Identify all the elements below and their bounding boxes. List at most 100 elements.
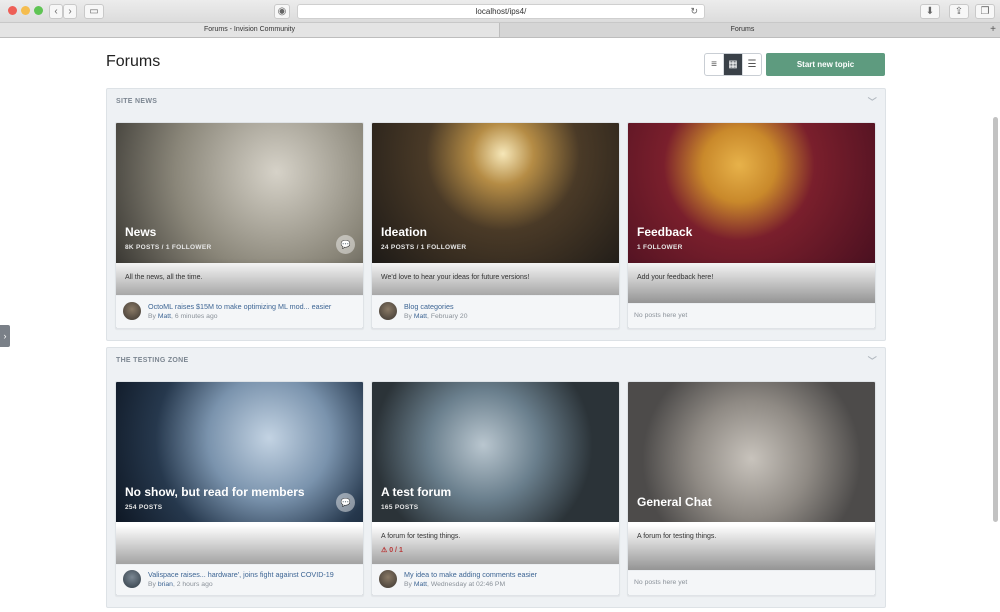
last-post-time: , 2 hours ago [172, 581, 213, 588]
category-testing-zone: THE TESTING ZONE ﹀ No show, but read for… [106, 347, 886, 608]
last-post-meta: By Matt, February 20 [404, 313, 467, 320]
last-post-meta: By Matt, 6 minutes ago [148, 313, 218, 320]
reload-icon[interactable]: ↻ [690, 5, 698, 18]
shield-icon: ◉ [277, 6, 287, 17]
avatar[interactable] [123, 570, 141, 588]
last-post: Blog categories By Matt, February 20 [372, 295, 619, 328]
start-new-topic-button[interactable]: Start new topic [766, 53, 885, 76]
last-post: No posts here yet [628, 570, 875, 595]
chevron-left-icon: ‹ [54, 6, 58, 17]
last-post-time: , Wednesday at 02:46 PM [427, 581, 506, 588]
chat-bubble-icon: 💬 [336, 493, 355, 512]
avatar[interactable] [123, 302, 141, 320]
chevron-right-icon: › [3, 331, 7, 341]
category-site-news: SITE NEWS ﹀ News 8K POSTS / 1 FOLLOWER 💬… [106, 88, 886, 341]
forum-name[interactable]: Ideation [381, 225, 427, 239]
forum-stats: 1 FOLLOWER [637, 244, 683, 251]
forum-image-newspaper [116, 123, 363, 263]
forward-button[interactable]: › [63, 4, 77, 19]
forum-description: Add your feedback here! [637, 274, 714, 281]
last-post-time: , 6 minutes ago [171, 313, 218, 320]
last-post-title[interactable]: Valispace raises... hardware', joins fig… [148, 570, 334, 579]
last-post: My idea to make adding comments easier B… [372, 564, 619, 595]
category-title: THE TESTING ZONE [116, 357, 189, 364]
avatar[interactable] [379, 570, 397, 588]
forum-stats: 165 POSTS [381, 504, 419, 511]
share-button[interactable]: ⇪ [949, 4, 969, 19]
last-post-author[interactable]: Matt [414, 581, 427, 588]
last-post-title[interactable]: Blog categories [404, 302, 454, 311]
tab-bar: Forums - Invision Community Forums + [0, 23, 1000, 38]
grid-view-icon: ▦ [728, 59, 738, 70]
minimize-window-button[interactable] [21, 6, 30, 15]
forum-card-test-forum[interactable]: A test forum 165 POSTS A forum for testi… [371, 381, 620, 596]
no-posts-text: No posts here yet [634, 579, 688, 586]
forum-description: A forum for testing things. [637, 533, 717, 540]
forum-description: All the news, all the time. [125, 274, 203, 281]
last-post: No posts here yet [628, 303, 875, 328]
page-scrollbar[interactable] [993, 117, 998, 522]
sidebar-icon: ▭ [89, 6, 99, 17]
forum-card-news[interactable]: News 8K POSTS / 1 FOLLOWER 💬 All the new… [115, 122, 364, 329]
chevron-down-icon[interactable]: ﹀ [868, 89, 877, 115]
browser-toolbar: ‹ › ▭ ◉ localhost/ips4/ ↻ ⬇ ⇪ ❐ [0, 0, 1000, 23]
last-post-by: By [404, 581, 414, 588]
zoom-window-button[interactable] [34, 6, 43, 15]
download-icon: ⬇ [925, 6, 935, 17]
last-post-title[interactable]: OctoML raises $15M to make optimizing ML… [148, 302, 331, 311]
view-mode-toggle: ≡ ▦ ☰ [704, 53, 762, 76]
forum-image-face [116, 382, 363, 522]
forum-name[interactable]: No show, but read for members [125, 485, 305, 499]
forum-name[interactable]: News [125, 225, 156, 239]
chat-bubble-icon: 💬 [336, 235, 355, 254]
tab-forums-invision[interactable]: Forums - Invision Community [0, 23, 500, 37]
table-view-icon: ≡ [711, 59, 717, 70]
last-post-by: By [148, 313, 158, 320]
forum-stats: 24 POSTS / 1 FOLLOWER [381, 244, 467, 251]
forum-stats: 254 POSTS [125, 504, 163, 511]
chevron-down-icon[interactable]: ﹀ [868, 348, 877, 374]
forum-card-general-chat[interactable]: General Chat A forum for testing things.… [627, 381, 876, 596]
chevron-right-icon: › [68, 6, 72, 17]
forum-description: A forum for testing things. [381, 533, 461, 540]
tab-forums[interactable]: Forums [500, 23, 985, 37]
downloads-button[interactable]: ⬇ [920, 4, 940, 19]
last-post: OctoML raises $15M to make optimizing ML… [116, 295, 363, 328]
page-title: Forums [106, 53, 161, 70]
close-window-button[interactable] [8, 6, 17, 15]
last-post-by: By [404, 313, 414, 320]
side-panel-toggle[interactable]: › [0, 325, 10, 347]
last-post-author[interactable]: Matt [158, 313, 171, 320]
back-button[interactable]: ‹ [49, 4, 63, 19]
last-post-author[interactable]: Matt [414, 313, 427, 320]
forum-card-no-show[interactable]: No show, but read for members 254 POSTS … [115, 381, 364, 596]
last-post-title[interactable]: My idea to make adding comments easier [404, 570, 537, 579]
grid-view-button[interactable]: ▦ [724, 54, 743, 75]
forum-card-ideation[interactable]: Ideation 24 POSTS / 1 FOLLOWER We'd love… [371, 122, 620, 329]
last-post-meta: By Matt, Wednesday at 02:46 PM [404, 581, 505, 588]
warning-count: ⚠ 0 / 1 [381, 547, 403, 554]
table-view-button[interactable]: ≡ [705, 54, 724, 75]
address-bar[interactable]: localhost/ips4/ ↻ [297, 4, 705, 19]
last-post-by: By [148, 581, 158, 588]
new-tab-button[interactable]: + [986, 23, 1000, 37]
category-header: THE TESTING ZONE ﹀ [107, 348, 885, 374]
forum-image-lab [372, 382, 619, 522]
forum-card-feedback[interactable]: Feedback 1 FOLLOWER Add your feedback he… [627, 122, 876, 329]
last-post-meta: By brian, 2 hours ago [148, 581, 213, 588]
no-posts-text: No posts here yet [634, 312, 688, 319]
forum-image-emoji-mask [628, 123, 875, 263]
forum-name[interactable]: General Chat [637, 495, 712, 509]
tabs-icon: ❐ [980, 6, 990, 17]
sidebar-toggle-button[interactable]: ▭ [84, 4, 104, 19]
last-post-time: , February 20 [427, 313, 468, 320]
forum-name[interactable]: Feedback [637, 225, 692, 239]
url-text: localhost/ips4/ [475, 7, 527, 16]
category-header: SITE NEWS ﹀ [107, 89, 885, 115]
fluid-view-button[interactable]: ☰ [743, 54, 761, 75]
avatar[interactable] [379, 302, 397, 320]
tab-overview-button[interactable]: ❐ [975, 4, 995, 19]
privacy-report-button[interactable]: ◉ [274, 4, 290, 19]
forum-name[interactable]: A test forum [381, 485, 451, 499]
last-post-author[interactable]: brian [158, 581, 173, 588]
